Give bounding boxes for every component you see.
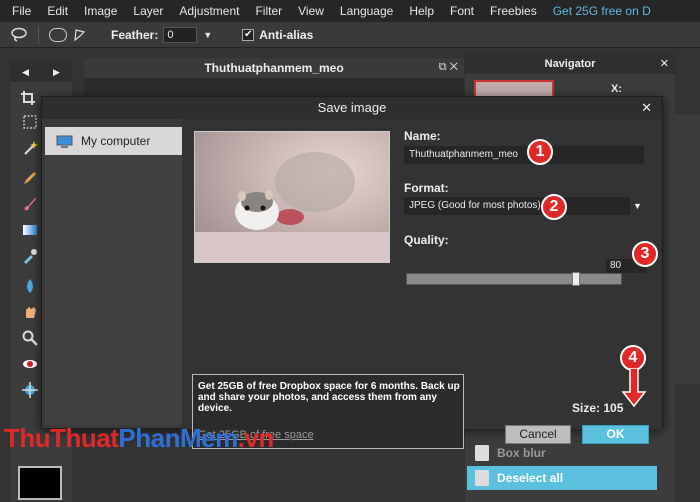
dialog-body: Name: Thuthuatphanmem_meo Format: JPEG (…: [182, 119, 662, 449]
cancel-button[interactable]: Cancel: [505, 425, 571, 444]
format-label: Format:: [404, 181, 449, 195]
watermark-part-3: .vn: [237, 423, 275, 453]
document-icon: [475, 445, 489, 461]
eyedropper-icon[interactable]: [22, 248, 38, 264]
options-bar: Feather: 0 ▼ ✔ Anti-alias: [0, 22, 700, 48]
drop-icon[interactable]: [22, 278, 38, 294]
photo-editor-app: File Edit Image Layer Adjustment Filter …: [0, 0, 700, 502]
arrow-down-icon: [621, 368, 647, 408]
file-size: Size: 105: [572, 401, 624, 415]
menu-font[interactable]: Font: [442, 4, 482, 18]
quality-slider-handle[interactable]: [572, 272, 580, 286]
menu-file[interactable]: File: [0, 4, 39, 18]
lasso-icon[interactable]: [10, 26, 28, 44]
menu-freebies[interactable]: Freebies: [482, 4, 545, 18]
menu-help[interactable]: Help: [401, 4, 442, 18]
feather-label: Feather:: [111, 27, 159, 42]
computer-icon: [56, 135, 73, 148]
image-preview: [194, 131, 390, 263]
canvas-window: Thuthuatphanmem_meo ⧉ ✕: [84, 58, 464, 98]
menu-layer[interactable]: Layer: [125, 4, 171, 18]
gradient-icon[interactable]: [22, 222, 38, 238]
canvas-title: Thuthuatphanmem_meo: [84, 58, 464, 78]
arrow-right-icon[interactable]: ▶: [53, 67, 60, 78]
tools-nav: ◀ ▶: [10, 62, 72, 82]
document-icon: [475, 470, 489, 486]
watermark-part-1: ThuThuat: [4, 423, 119, 453]
menu-view[interactable]: View: [290, 4, 332, 18]
antialias-label: Anti-alias: [259, 27, 314, 42]
move-icon[interactable]: [22, 382, 38, 398]
chevron-down-icon[interactable]: ▼: [633, 201, 642, 211]
antialias-checkbox[interactable]: ✔: [242, 28, 255, 41]
name-label: Name:: [404, 129, 441, 143]
hamster-photo-image: [195, 132, 389, 262]
menu-edit[interactable]: Edit: [39, 4, 76, 18]
dialog-title: Save image: [42, 97, 662, 119]
promo-text: Get 25GB of free Dropbox space for 6 mon…: [198, 381, 460, 414]
brush-icon[interactable]: [22, 196, 38, 212]
close-icon[interactable]: ✕: [660, 57, 669, 70]
marquee-icon[interactable]: [22, 114, 38, 130]
save-location-list: My computer: [45, 127, 182, 425]
step-badge-2: 2: [541, 194, 567, 220]
polygon-lasso-icon[interactable]: [73, 28, 87, 42]
navigator-title: Navigator: [465, 54, 675, 74]
feather-input[interactable]: 0: [163, 26, 198, 43]
smudge-icon[interactable]: [22, 304, 38, 320]
history-item-label: Box blur: [497, 446, 546, 460]
quality-slider[interactable]: [406, 272, 622, 286]
pencil-icon[interactable]: [22, 170, 38, 186]
window-controls-icon[interactable]: ⧉ ✕: [439, 61, 458, 74]
color-swatch[interactable]: [18, 466, 62, 500]
watermark-part-2: PhanMem: [118, 423, 238, 453]
close-icon[interactable]: ✕: [641, 100, 652, 116]
crop-icon[interactable]: [20, 90, 36, 106]
menu-adjustment[interactable]: Adjustment: [171, 4, 247, 18]
step-badge-3: 3: [632, 241, 658, 267]
chevron-down-icon[interactable]: ▼: [203, 30, 212, 40]
menu-filter[interactable]: Filter: [247, 4, 290, 18]
menu-bar: File Edit Image Layer Adjustment Filter …: [0, 0, 700, 22]
history-item-label: Deselect all: [497, 471, 564, 485]
site-watermark: ThuThuatPhanMem.vn: [4, 423, 274, 454]
magic-wand-icon[interactable]: [22, 140, 38, 156]
ok-button[interactable]: OK: [582, 425, 649, 444]
location-label: My computer: [81, 134, 151, 148]
history-item[interactable]: Box blur: [467, 441, 657, 465]
side-panel: [658, 114, 700, 384]
location-my-computer[interactable]: My computer: [45, 127, 182, 155]
navigator-x-label: X:: [611, 83, 622, 95]
divider: [38, 25, 39, 44]
step-badge-1: 1: [527, 139, 553, 165]
red-eye-icon[interactable]: [22, 356, 38, 372]
name-input[interactable]: Thuthuatphanmem_meo: [404, 146, 644, 164]
promo-link[interactable]: Get 25G free on D: [545, 4, 651, 18]
lasso-freeform-icon[interactable]: [49, 27, 67, 42]
arrow-left-icon[interactable]: ◀: [22, 67, 29, 78]
history-item-selected[interactable]: Deselect all: [467, 466, 657, 490]
menu-language[interactable]: Language: [332, 4, 401, 18]
zoom-icon[interactable]: [22, 330, 38, 346]
menu-image[interactable]: Image: [76, 4, 125, 18]
format-select[interactable]: JPEG (Good for most photos): [404, 197, 630, 215]
quality-label: Quality:: [404, 233, 449, 247]
save-image-dialog: Save image ✕ My computer Name: Thuthuatp…: [41, 96, 663, 449]
